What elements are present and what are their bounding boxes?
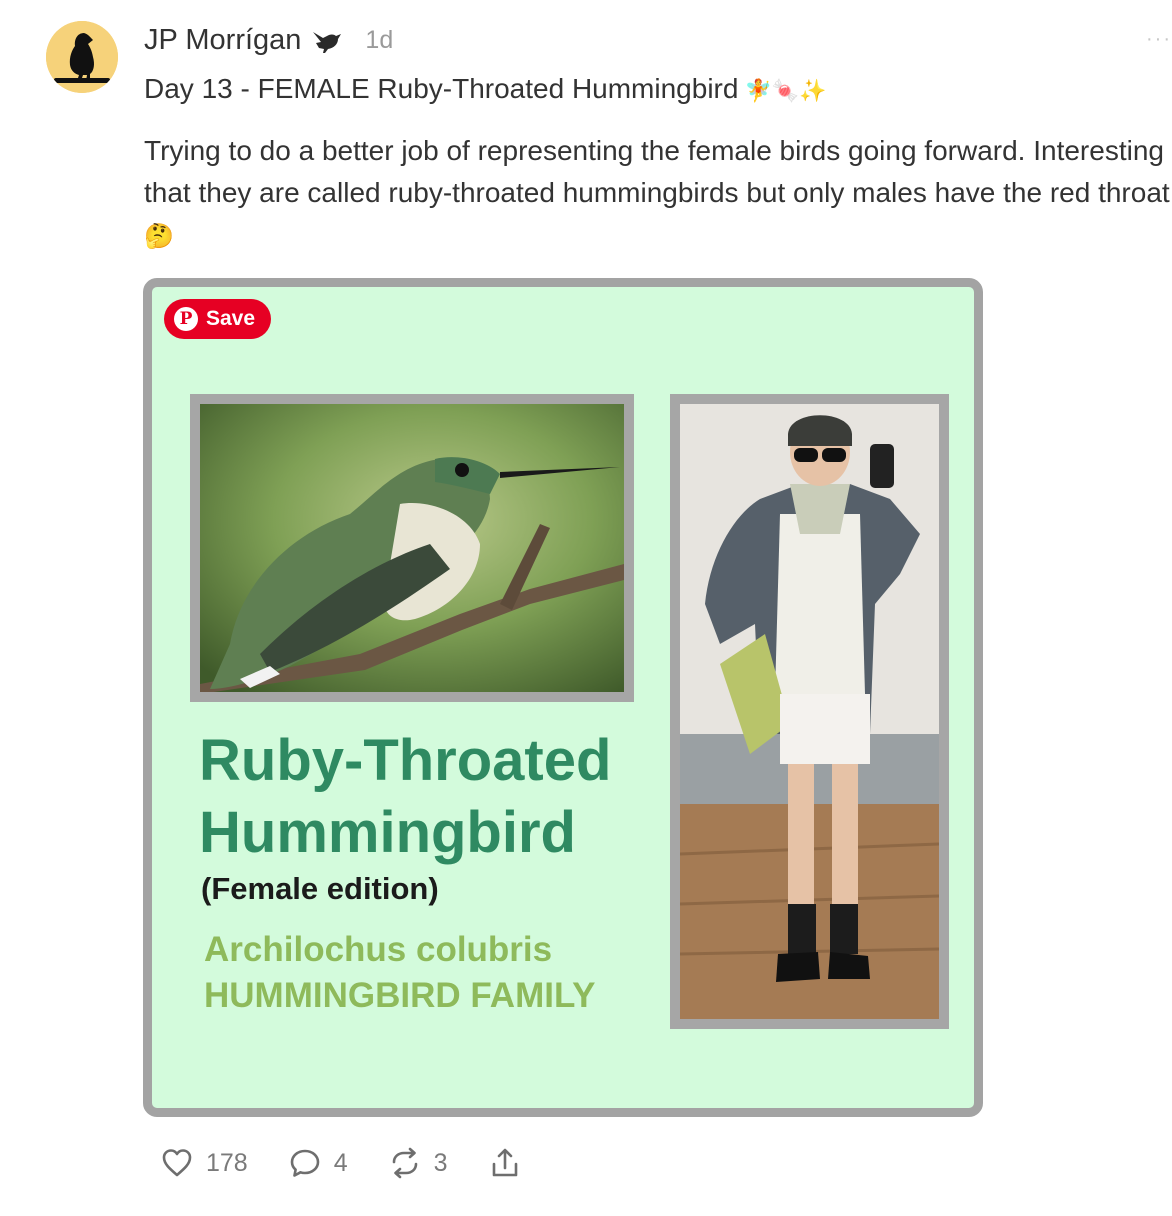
save-button-label: Save (206, 307, 256, 330)
post-image-card[interactable]: P Save Ruby-Throated Hummingbird (Female… (143, 278, 983, 1117)
post-actions: 178 4 3 (160, 1146, 562, 1180)
comment-count: 4 (333, 1148, 348, 1177)
post-body: Trying to do a better job of representin… (144, 130, 1172, 257)
avatar[interactable] (46, 21, 118, 93)
share-button[interactable] (488, 1146, 522, 1180)
post-author-row: JP Morrígan 1d (144, 24, 393, 57)
card-subtitle: (Female edition) (201, 871, 439, 906)
restack-count: 3 (433, 1148, 448, 1177)
card-scientific-block: Archilochus colubris HUMMINGBIRD FAMILY (204, 927, 595, 1019)
pinterest-save-button[interactable]: P Save (164, 299, 272, 339)
like-button[interactable]: 178 (160, 1146, 248, 1180)
share-icon (492, 1148, 517, 1177)
post-title-text: Day 13 - FEMALE Ruby-Throated Hummingbir… (144, 73, 739, 104)
post-timestamp[interactable]: 1d (365, 26, 393, 55)
heart-icon (162, 1149, 192, 1177)
bird-badge-icon (311, 26, 343, 56)
family-name: HUMMINGBIRD FAMILY (204, 976, 596, 1015)
pinterest-icon: P (174, 307, 198, 331)
more-options-icon[interactable]: ··· (1146, 28, 1172, 51)
post-title: Day 13 - FEMALE Ruby-Throated Hummingbir… (144, 73, 827, 105)
raven-avatar-icon (46, 21, 118, 93)
outfit-photo (670, 394, 949, 1029)
restack-icon (392, 1147, 417, 1179)
hummingbird-photo (190, 394, 634, 702)
post-body-text: Trying to do a better job of representin… (144, 135, 1170, 208)
scientific-name: Archilochus colubris (204, 930, 553, 969)
post-title-emoji: 🧚🍬✨ (744, 79, 827, 104)
thinking-emoji: 🤔 (144, 222, 174, 250)
card-title-line1: Ruby-Throated (199, 728, 612, 793)
restack-button[interactable]: 3 (388, 1146, 448, 1180)
comment-icon (290, 1149, 320, 1177)
card-title: Ruby-Throated Hummingbird (199, 725, 611, 869)
like-count: 178 (206, 1148, 248, 1177)
card-title-line2: Hummingbird (199, 800, 576, 865)
author-name[interactable]: JP Morrígan (144, 24, 301, 57)
comment-button[interactable]: 4 (288, 1146, 348, 1180)
